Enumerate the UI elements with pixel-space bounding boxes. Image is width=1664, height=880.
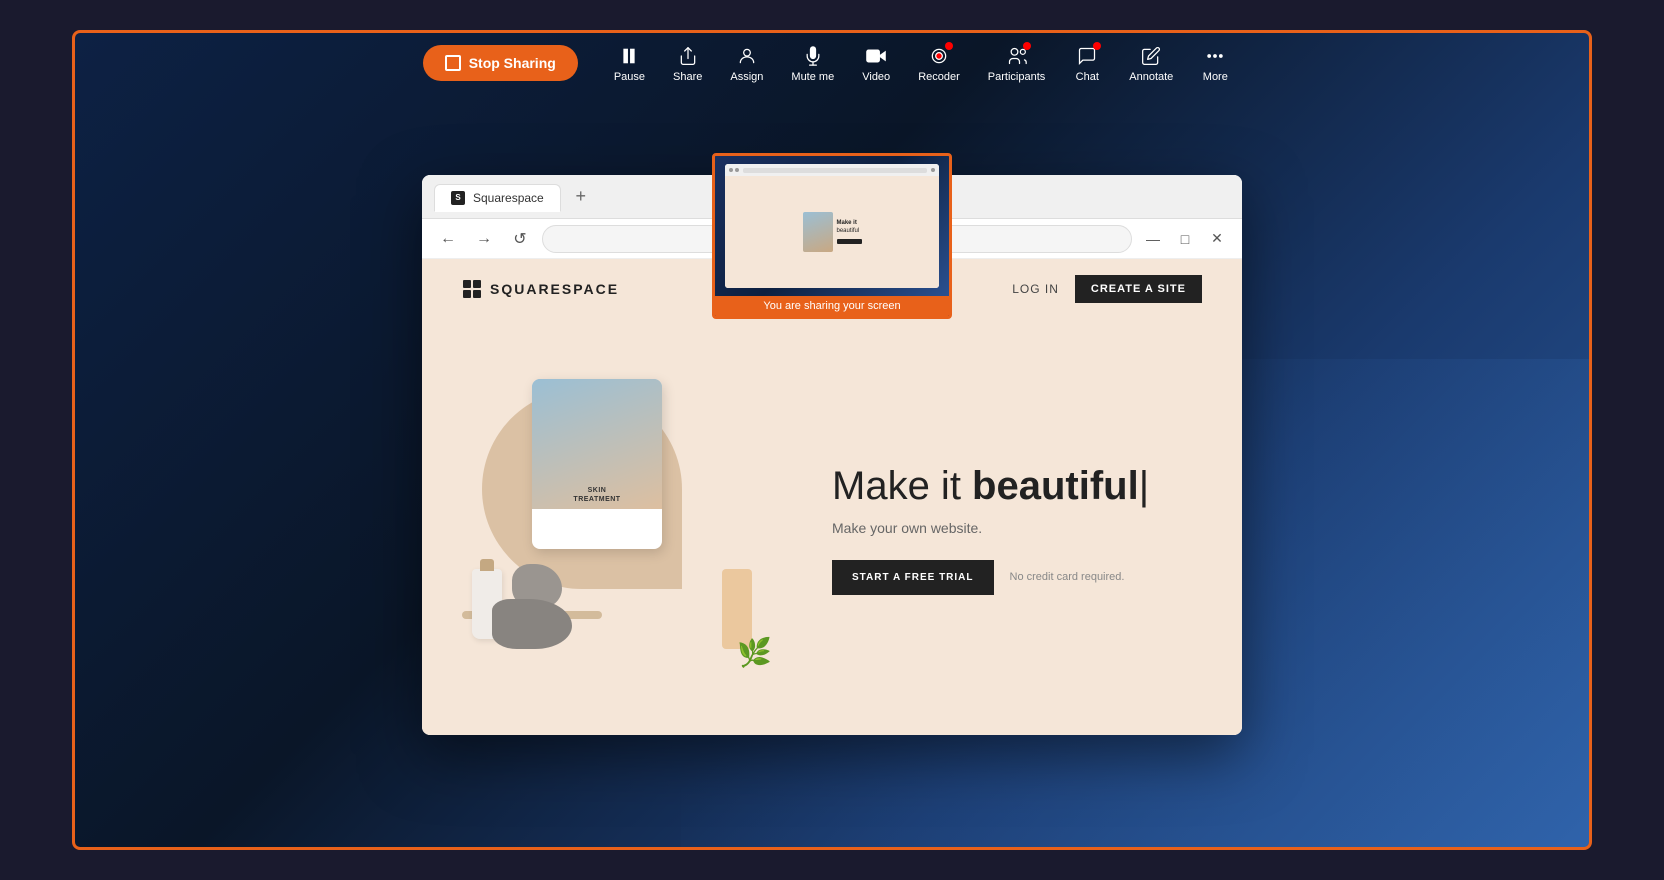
skin-treatment-label: SKIN TREATMENT	[573, 487, 620, 503]
illustration-tablet-image: SKIN TREATMENT	[532, 379, 662, 509]
toolbar-items-group: Pause Share Assign Mute	[602, 38, 1242, 89]
toolbar-item-participants[interactable]: Participants	[976, 38, 1057, 89]
chat-icon	[1075, 44, 1099, 68]
toolbar-item-more[interactable]: More	[1189, 38, 1241, 89]
headline-cursor: |	[1139, 464, 1149, 508]
preview-mini-text-area: Make itbeautiful	[837, 220, 862, 243]
window-controls: — □ ✕	[1140, 226, 1230, 252]
preview-mini-cta	[837, 239, 862, 244]
video-icon	[864, 44, 888, 68]
website-content: SQUARESPACE SEARCH LOG IN CREATE A SITE	[422, 259, 1242, 735]
preview-mini-browser: Make itbeautiful	[725, 164, 939, 288]
hero-copy: Make it beautiful| Make your own website…	[792, 464, 1202, 595]
main-content-area: S Squarespace + ← → ↺ — □ ✕	[75, 93, 1589, 847]
toolbar-item-assign[interactable]: Assign	[718, 38, 775, 89]
stop-sharing-button[interactable]: Stop Sharing	[423, 45, 578, 81]
participants-label: Participants	[988, 71, 1045, 83]
pause-label: Pause	[614, 71, 645, 83]
record-icon	[927, 44, 951, 68]
share-icon	[676, 44, 700, 68]
tab-favicon: S	[451, 191, 465, 205]
meeting-toolbar: Stop Sharing Pause Share	[75, 33, 1589, 93]
preview-window-frame: Make itbeautiful You are sharing your sc…	[712, 153, 952, 319]
hero-subheadline: Make your own website.	[832, 520, 1202, 536]
preview-mini-content: Make itbeautiful	[725, 176, 939, 288]
new-tab-button[interactable]: +	[569, 185, 593, 209]
cta-row: START A FREE TRIAL No credit card requir…	[832, 560, 1202, 595]
preview-mini-headline: Make itbeautiful	[837, 220, 860, 234]
back-button[interactable]: ←	[434, 225, 462, 253]
stop-sharing-label: Stop Sharing	[469, 55, 556, 71]
free-trial-button[interactable]: START A FREE TRIAL	[832, 560, 994, 595]
toolbar-item-video[interactable]: Video	[850, 38, 902, 89]
create-site-button[interactable]: CREATE A SITE	[1075, 275, 1202, 303]
share-label: Share	[673, 71, 702, 83]
illustration-tablet: SKIN TREATMENT	[532, 379, 662, 549]
annotate-icon	[1139, 44, 1163, 68]
preview-mini-image	[803, 212, 833, 252]
close-button[interactable]: ✕	[1204, 226, 1230, 252]
pause-icon	[617, 44, 641, 68]
illustration-stone2	[492, 599, 572, 649]
recorder-red-dot	[945, 42, 953, 50]
cta-note: No credit card required.	[1010, 571, 1125, 583]
tab-title: Squarespace	[473, 191, 544, 205]
more-label: More	[1203, 71, 1228, 83]
tab-logo-text: S	[455, 193, 460, 202]
hero-section: SKIN TREATMENT 🌿	[422, 319, 1242, 735]
preview-dot1	[729, 168, 733, 172]
toolbar-item-chat[interactable]: Chat	[1061, 38, 1113, 89]
sharing-label: You are sharing your screen	[715, 296, 949, 316]
preview-url-bar	[743, 168, 927, 173]
preview-content-area: Make itbeautiful	[715, 156, 949, 296]
preview-mini-chrome	[725, 164, 939, 176]
squarespace-logo-text: SQUARESPACE	[490, 281, 619, 297]
mute-icon	[801, 44, 825, 68]
assign-label: Assign	[730, 71, 763, 83]
header-nav-right: LOG IN CREATE A SITE	[1012, 275, 1202, 303]
squarespace-logo-icon	[462, 279, 482, 299]
login-link[interactable]: LOG IN	[1012, 282, 1059, 296]
hero-illustration: SKIN TREATMENT 🌿	[452, 359, 792, 699]
headline-regular: Make it	[832, 464, 972, 508]
chat-label: Chat	[1076, 71, 1099, 83]
browser-tab[interactable]: S Squarespace	[434, 184, 561, 212]
screen-share-preview: Make itbeautiful You are sharing your sc…	[712, 153, 952, 319]
annotate-label: Annotate	[1129, 71, 1173, 83]
minimize-button[interactable]: —	[1140, 226, 1166, 252]
toolbar-item-share[interactable]: Share	[661, 38, 714, 89]
illustration-plant: 🌿	[737, 636, 772, 669]
refresh-button[interactable]: ↺	[506, 225, 534, 253]
toolbar-item-annotate[interactable]: Annotate	[1117, 38, 1185, 89]
chat-red-dot	[1093, 42, 1101, 50]
maximize-button[interactable]: □	[1172, 226, 1198, 252]
headline-bold: beautiful	[972, 464, 1139, 508]
preview-dot3	[931, 168, 935, 172]
participants-red-dot	[1023, 42, 1031, 50]
toolbar-item-pause[interactable]: Pause	[602, 38, 657, 89]
assign-icon	[735, 44, 759, 68]
toolbar-item-recorder[interactable]: Recoder	[906, 38, 972, 89]
participants-icon	[1005, 44, 1029, 68]
main-frame: Stop Sharing Pause Share	[72, 30, 1592, 850]
squarespace-logo: SQUARESPACE	[462, 279, 619, 299]
mute-label: Mute me	[791, 71, 834, 83]
stop-sharing-icon	[445, 55, 461, 71]
preview-dot2	[735, 168, 739, 172]
toolbar-item-mute[interactable]: Mute me	[779, 38, 846, 89]
recorder-label: Recoder	[918, 71, 960, 83]
video-label: Video	[862, 71, 890, 83]
forward-button[interactable]: →	[470, 225, 498, 253]
more-icon	[1203, 44, 1227, 68]
hero-headline: Make it beautiful|	[832, 464, 1202, 508]
